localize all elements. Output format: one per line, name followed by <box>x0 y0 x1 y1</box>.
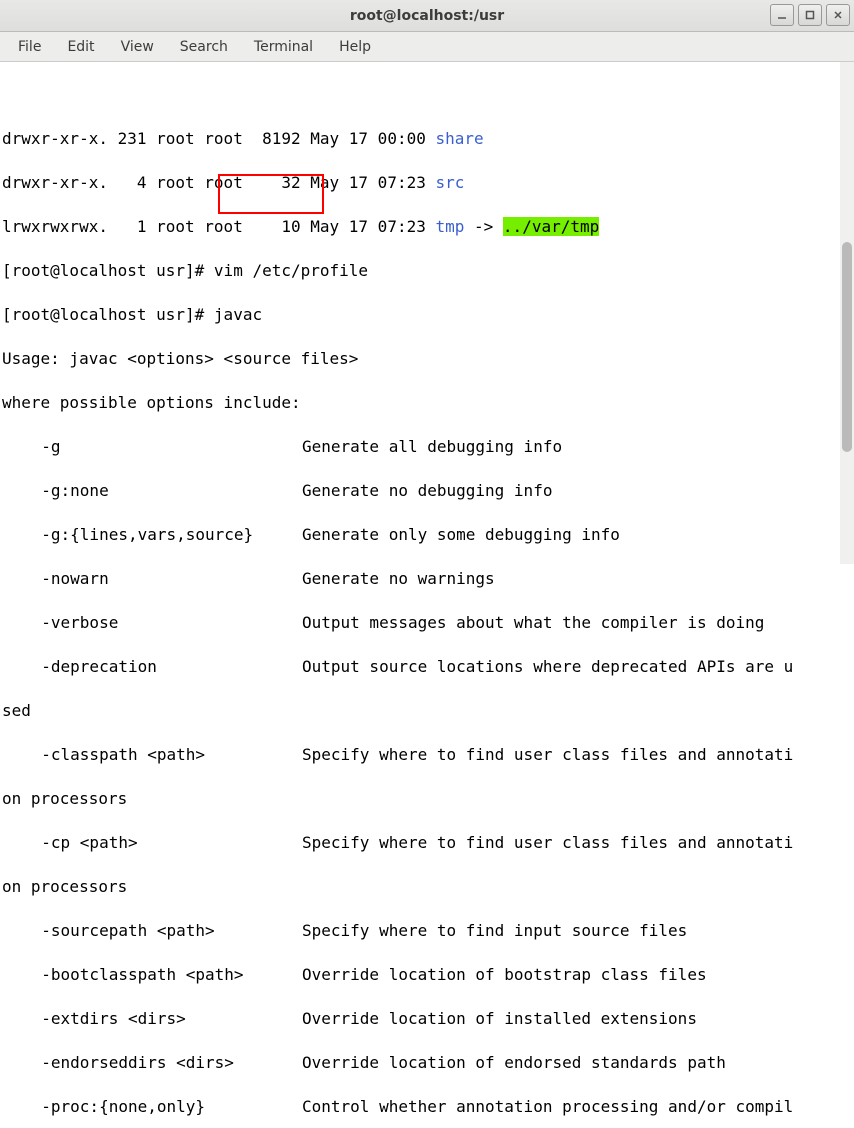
close-button[interactable] <box>826 4 850 26</box>
ls-arrow: -> <box>464 217 503 236</box>
opt-desc: Override location of bootstrap class fil… <box>302 964 852 986</box>
opt-endorseddirs: -endorseddirs <dirs>Override location of… <box>2 1052 852 1074</box>
scrollbar-thumb[interactable] <box>842 242 852 452</box>
opt-flag: -verbose <box>2 612 302 634</box>
usage-line: Usage: javac <options> <source files> <box>2 348 852 370</box>
minimize-icon <box>777 10 787 20</box>
ls-row-src: drwxr-xr-x. 4 root root 32 May 17 07:23 … <box>2 172 852 194</box>
prompt-prefix: [root@localhost usr]# <box>2 305 214 324</box>
opt-flag: -endorseddirs <dirs> <box>2 1052 302 1074</box>
command-javac: javac <box>214 305 262 324</box>
maximize-button[interactable] <box>798 4 822 26</box>
ls-perms: lrwxrwxrwx. 1 root root 10 May 17 07:23 <box>2 217 435 236</box>
minimize-button[interactable] <box>770 4 794 26</box>
opt-nowarn: -nowarnGenerate no warnings <box>2 568 852 590</box>
opt-bootclasspath: -bootclasspath <path>Override location o… <box>2 964 852 986</box>
opt-flag: -extdirs <dirs> <box>2 1008 302 1030</box>
opt-g-none: -g:noneGenerate no debugging info <box>2 480 852 502</box>
opt-g-lvs: -g:{lines,vars,source}Generate only some… <box>2 524 852 546</box>
prompt-line-vim: [root@localhost usr]# vim /etc/profile <box>2 260 852 282</box>
terminal-content: drwxr-xr-x. 231 root root 8192 May 17 00… <box>2 106 852 608</box>
opt-classpath-cont: on processors <box>2 788 852 810</box>
window-controls <box>770 4 850 26</box>
ls-perms: drwxr-xr-x. 231 root root 8192 May 17 00… <box>2 129 435 148</box>
ls-symlink-tmp: tmp <box>435 217 464 236</box>
ls-row-share: drwxr-xr-x. 231 root root 8192 May 17 00… <box>2 128 852 150</box>
opt-desc: Override location of endorsed standards … <box>302 1052 852 1074</box>
menu-terminal[interactable]: Terminal <box>242 35 325 59</box>
menu-help[interactable]: Help <box>327 35 383 59</box>
opt-flag: -classpath <path> <box>2 744 302 766</box>
menu-bar: File Edit View Search Terminal Help <box>0 32 854 62</box>
opt-flag: -bootclasspath <path> <box>2 964 302 986</box>
ls-dir-share: share <box>435 129 483 148</box>
opt-flag: -g:{lines,vars,source} <box>2 524 302 546</box>
opt-proc: -proc:{none,only}Control whether annotat… <box>2 1096 852 1118</box>
opt-flag: -proc:{none,only} <box>2 1096 302 1118</box>
terminal-area[interactable]: drwxr-xr-x. 231 root root 8192 May 17 00… <box>0 62 854 564</box>
opt-desc: Specify where to find user class files a… <box>302 744 852 766</box>
opt-desc: Specify where to find input source files <box>302 920 852 942</box>
opt-deprecation: -deprecationOutput source locations wher… <box>2 656 852 678</box>
close-icon <box>833 10 843 20</box>
opt-cp: -cp <path>Specify where to find user cla… <box>2 832 852 854</box>
opt-desc: Control whether annotation processing an… <box>302 1096 852 1118</box>
ls-dir-src: src <box>435 173 464 192</box>
ls-symlink-target: ../var/tmp <box>503 217 599 236</box>
ls-perms: drwxr-xr-x. 4 root root 32 May 17 07:23 <box>2 173 435 192</box>
opt-desc: Generate no debugging info <box>302 480 852 502</box>
opt-extdirs: -extdirs <dirs>Override location of inst… <box>2 1008 852 1030</box>
opt-desc: Override location of installed extension… <box>302 1008 852 1030</box>
opt-desc: Output messages about what the compiler … <box>302 612 852 634</box>
opt-desc: Specify where to find user class files a… <box>302 832 852 854</box>
opt-desc: Generate all debugging info <box>302 436 852 458</box>
opt-deprecation-cont: sed <box>2 700 852 722</box>
ls-row-tmp: lrwxrwxrwx. 1 root root 10 May 17 07:23 … <box>2 216 852 238</box>
opt-flag: -g:none <box>2 480 302 502</box>
menu-view[interactable]: View <box>109 35 166 59</box>
scrollbar-track[interactable] <box>840 62 854 564</box>
opt-flag: -deprecation <box>2 656 302 678</box>
window-title: root@localhost:/usr <box>350 8 504 24</box>
opt-verbose: -verboseOutput messages about what the c… <box>2 612 852 634</box>
window-titlebar: root@localhost:/usr <box>0 0 854 32</box>
opt-desc: Generate only some debugging info <box>302 524 852 546</box>
opt-g: -gGenerate all debugging info <box>2 436 852 458</box>
opt-sourcepath: -sourcepath <path>Specify where to find … <box>2 920 852 942</box>
menu-file[interactable]: File <box>6 35 53 59</box>
opt-classpath: -classpath <path>Specify where to find u… <box>2 744 852 766</box>
where-line: where possible options include: <box>2 392 852 414</box>
menu-edit[interactable]: Edit <box>55 35 106 59</box>
opt-flag: -sourcepath <path> <box>2 920 302 942</box>
opt-flag: -g <box>2 436 302 458</box>
maximize-icon <box>805 10 815 20</box>
opt-desc: Generate no warnings <box>302 568 852 590</box>
prompt-line-javac: [root@localhost usr]# javac <box>2 304 852 326</box>
opt-desc: Output source locations where deprecated… <box>302 656 852 678</box>
opt-cp-cont: on processors <box>2 876 852 898</box>
opt-flag: -nowarn <box>2 568 302 590</box>
opt-flag: -cp <path> <box>2 832 302 854</box>
menu-search[interactable]: Search <box>168 35 240 59</box>
